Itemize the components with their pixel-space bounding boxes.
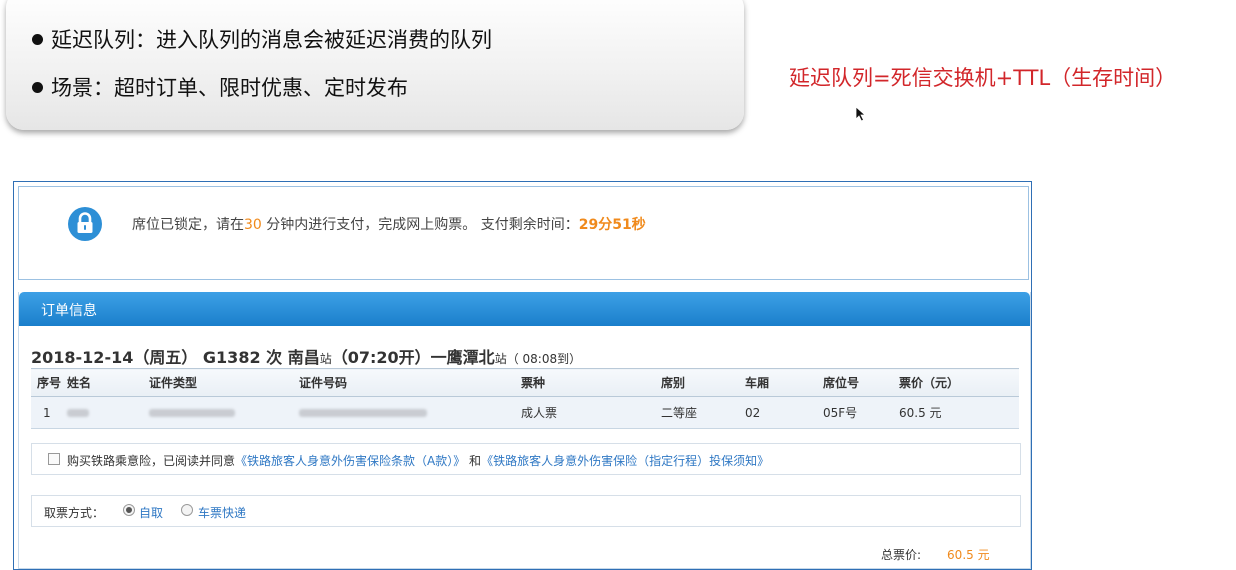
lock-msg-middle: 分钟内进行支付，完成网上购票。 支付剩余时间： xyxy=(261,217,579,233)
col-seat-no: 席位号 xyxy=(823,368,899,397)
insurance-checkbox[interactable] xyxy=(48,453,60,465)
col-seq: 序号 xyxy=(31,368,67,397)
bullet-card: 延迟队列：进入队列的消息会被延迟消费的队列 场景：超时订单、限时优惠、定时发布 xyxy=(6,0,744,130)
insurance-text: 购买铁路乘意险，已阅读并同意《铁路旅客人身意外伤害保险条款（A款）》 和《铁路旅… xyxy=(67,452,769,469)
bullet-dot-icon xyxy=(32,81,43,93)
order-info-panel: 订单信息 2018-12-14（周五） G1382 次 南昌站（07:20开）一… xyxy=(18,292,1031,569)
mouse-cursor-icon xyxy=(855,106,867,122)
insurance-label: 购买铁路乘意险，已阅读并同意 xyxy=(67,454,236,468)
arrival-time: （ 08:08到） xyxy=(506,352,582,366)
formula-text: 延迟队列=死信交换机+TTL（生存时间） xyxy=(789,66,1177,90)
total-price: 总票价: 60.5 元 xyxy=(881,546,990,563)
order-info-title: 订单信息 xyxy=(41,303,97,319)
lock-icon xyxy=(68,207,102,241)
passenger-table: 序号 姓名 证件类型 证件号码 票种 席别 车厢 席位号 票价（元） 1 成人票… xyxy=(31,368,1019,429)
col-id-type: 证件类型 xyxy=(149,368,299,397)
departure-time: （07:20开）一鹰潭北 xyxy=(331,348,495,367)
total-label: 总票价: xyxy=(881,548,922,562)
col-name: 姓名 xyxy=(67,368,149,397)
self-pickup-label[interactable]: 自取 xyxy=(139,504,163,521)
express-delivery-radio[interactable] xyxy=(181,504,193,516)
table-header-row: 序号 姓名 证件类型 证件号码 票种 席别 车厢 席位号 票价（元） xyxy=(31,368,1019,397)
lock-msg-prefix: 席位已锁定，请在 xyxy=(132,217,244,233)
order-info-header: 订单信息 xyxy=(19,292,1030,326)
arrival-station-suffix: 站 xyxy=(494,352,507,366)
total-value: 60.5 元 xyxy=(947,548,990,562)
station-suffix: 站 xyxy=(319,352,332,366)
col-seat-class: 席别 xyxy=(661,368,745,397)
insurance-and: 和 xyxy=(465,454,482,468)
insurance-terms-link[interactable]: 《铁路旅客人身意外伤害保险条款（A款）》 xyxy=(235,454,465,468)
cell-id-type-blurred xyxy=(149,396,299,429)
insurance-notice-link[interactable]: 《铁路旅客人身意外伤害保险（指定行程）投保须知》 xyxy=(481,454,769,468)
col-car: 车厢 xyxy=(745,368,823,397)
col-ticket-type: 票种 xyxy=(521,368,661,397)
remaining-time: 29分51秒 xyxy=(578,217,646,233)
lock-message: 席位已锁定，请在30 分钟内进行支付，完成网上购票。 支付剩余时间：29分51秒 xyxy=(132,214,646,234)
table-row: 1 成人票 二等座 02 05F号 60.5 元 xyxy=(31,396,1019,429)
order-page: 席位已锁定，请在30 分钟内进行支付，完成网上购票。 支付剩余时间：29分51秒… xyxy=(13,181,1032,570)
bullet-text: 场景：超时订单、限时优惠、定时发布 xyxy=(51,76,408,100)
bullet-text: 延迟队列：进入队列的消息会被延迟消费的队列 xyxy=(51,28,492,52)
cell-seq: 1 xyxy=(31,396,67,429)
pay-minutes: 30 xyxy=(244,217,262,233)
cell-id-number-blurred xyxy=(299,396,521,429)
ticket-pickup-row: 取票方式： 自取 车票快递 xyxy=(31,495,1021,527)
express-delivery-label[interactable]: 车票快递 xyxy=(198,504,246,521)
self-pickup-radio[interactable] xyxy=(123,504,135,516)
trip-summary: 2018-12-14（周五） G1382 次 南昌站（07:20开）一鹰潭北站（… xyxy=(31,344,581,368)
bullet-item-scenarios: 场景：超时订单、限时优惠、定时发布 xyxy=(32,72,408,102)
col-price: 票价（元） xyxy=(899,368,1019,397)
seat-locked-notice: 席位已锁定，请在30 分钟内进行支付，完成网上购票。 支付剩余时间：29分51秒 xyxy=(18,186,1029,280)
pickup-label: 取票方式： xyxy=(44,506,105,520)
insurance-row: 购买铁路乘意险，已阅读并同意《铁路旅客人身意外伤害保险条款（A款）》 和《铁路旅… xyxy=(31,443,1021,475)
cell-ticket-type: 成人票 xyxy=(521,396,661,429)
cell-name-blurred xyxy=(67,396,149,429)
cell-seat-no: 05F号 xyxy=(823,396,899,429)
cell-price: 60.5 元 xyxy=(899,396,1019,429)
bullet-item-delay-queue: 延迟队列：进入队列的消息会被延迟消费的队列 xyxy=(32,24,492,54)
bullet-dot-icon xyxy=(32,33,43,45)
cell-seat-class: 二等座 xyxy=(661,396,745,429)
col-id-number: 证件号码 xyxy=(299,368,521,397)
cell-car: 02 xyxy=(745,396,823,429)
trip-main: 2018-12-14（周五） G1382 次 南昌 xyxy=(31,348,320,367)
